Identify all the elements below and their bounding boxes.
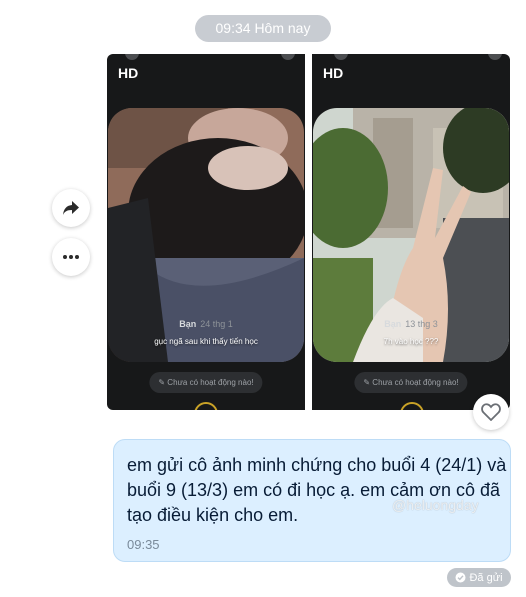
sent-status-label: Đã gửi (469, 571, 503, 584)
sender-name: Bạn (384, 319, 402, 329)
photo-date: 24 thg 1 (200, 319, 233, 329)
heart-icon (481, 403, 501, 421)
reaction-ring (400, 402, 424, 410)
message-text: em gửi cô ảnh minh chứng cho buổi 4 (24/… (127, 455, 507, 525)
activity-status: ✎ Chưa có hoạt động nào! (149, 372, 263, 393)
share-button[interactable] (52, 189, 90, 227)
share-forward-icon (63, 201, 79, 215)
header-dot (281, 54, 295, 60)
photo-caption: gục ngã sau khi thấy tiến học (154, 337, 258, 346)
activity-status: ✎ Chưa có hoạt động nào! (354, 372, 468, 393)
react-heart-button[interactable] (473, 394, 509, 430)
header-dot (334, 54, 348, 60)
check-icon (455, 572, 466, 583)
photo-date: 13 thg 3 (405, 319, 438, 329)
photo-attachment[interactable]: HD gục ngã sau khi thấy tiến học Bạn 24 t… (107, 54, 305, 410)
photo-meta: Bạn 13 thg 3 (312, 319, 510, 329)
sender-name: Bạn (179, 319, 197, 329)
photo-attachment[interactable]: HD 7h vào học ??? Bạn 13 thg 3 ✎ Chưa có … (312, 54, 510, 410)
photo-meta: Bạn 24 thg 1 (107, 319, 305, 329)
date-separator: 09:34 Hôm nay (195, 15, 331, 42)
header-dot (488, 54, 502, 60)
hd-badge: HD (323, 65, 344, 81)
reaction-ring (194, 402, 218, 410)
more-options-button[interactable] (52, 238, 90, 276)
more-dots-icon (63, 255, 79, 259)
photo-caption: 7h vào học ??? (383, 337, 439, 346)
sent-status: Đã gửi (447, 568, 511, 587)
watermark: @heluongday (392, 497, 479, 513)
hd-badge: HD (118, 65, 139, 81)
header-dot (125, 54, 139, 60)
message-time: 09:35 (127, 537, 160, 552)
